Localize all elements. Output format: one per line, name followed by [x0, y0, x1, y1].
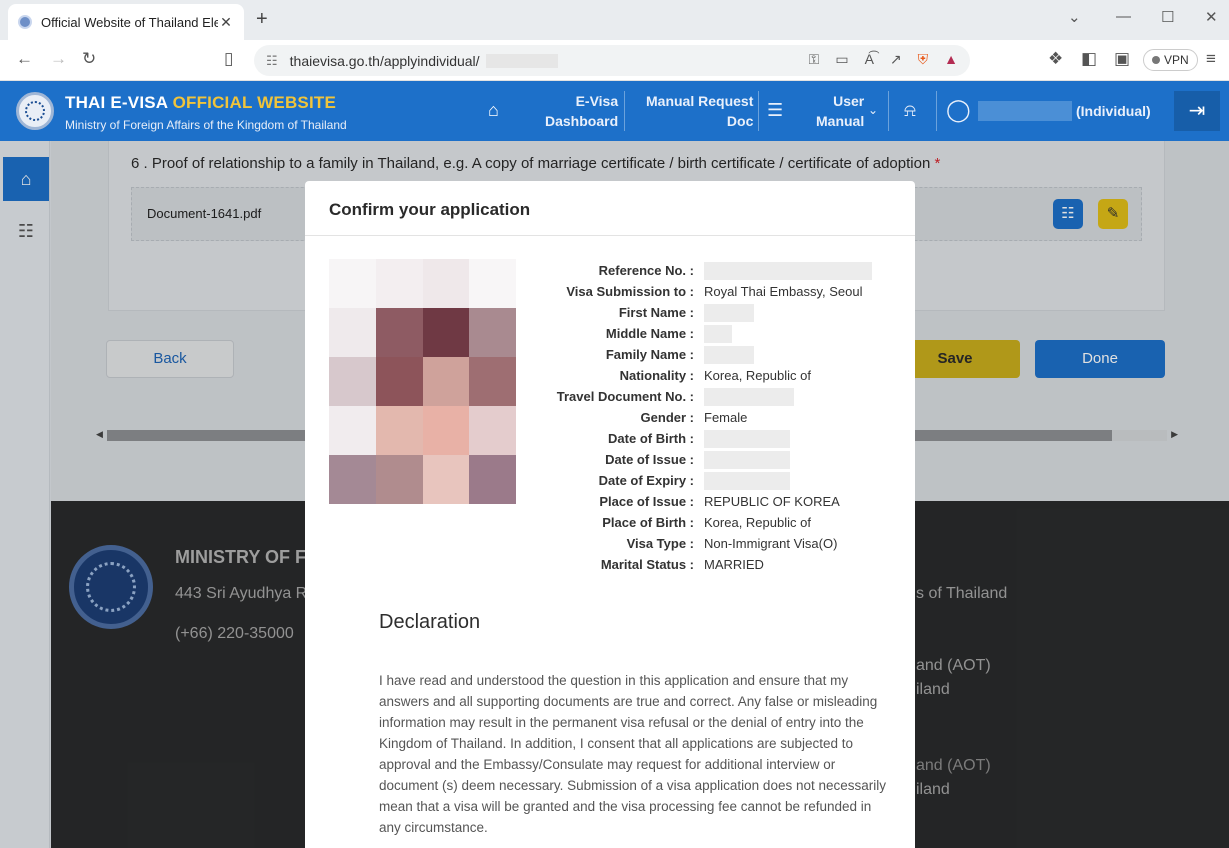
chevron-down-icon[interactable]: ⌄ — [868, 103, 878, 117]
bookmark-icon[interactable]: ▯ — [224, 49, 233, 69]
url-redacted-segment — [485, 53, 558, 68]
nav-evisa-dashboard[interactable]: E-Visa Dashboard — [545, 91, 618, 131]
menu-icon[interactable]: ≡ — [1206, 49, 1216, 69]
field-middle-name: Middle Name : — [305, 325, 915, 346]
redacted-value — [704, 430, 790, 448]
field-visa-submission: Visa Submission to : Royal Thai Embassy,… — [566, 284, 863, 299]
brave-rewards-icon[interactable]: ▲ — [944, 51, 958, 68]
field-place-of-birth: Place of Birth : Korea, Republic of — [602, 515, 811, 530]
confirm-application-modal: Confirm your application Reference No. :… — [305, 181, 915, 848]
redacted-value — [704, 472, 790, 490]
tab-title: Official Website of Thailand Ele — [41, 14, 218, 30]
tab-close-icon[interactable]: ✕ — [218, 14, 234, 31]
vpn-button[interactable]: VPN — [1143, 49, 1198, 71]
site-header: THAI E-VISA OFFICIAL WEBSITE Ministry of… — [0, 81, 1229, 141]
field-date-of-birth: Date of Birth : — [305, 430, 915, 451]
redacted-value — [704, 262, 872, 280]
browser-toolbar: ← → ↻ ▯ ☷ thaievisa.go.th/applyindividua… — [0, 40, 1229, 81]
reload-icon[interactable]: ↻ — [82, 49, 96, 69]
redacted-value — [704, 388, 794, 406]
install-app-icon[interactable]: ▭ — [835, 51, 848, 68]
field-first-name: First Name : — [305, 304, 915, 325]
user-role: (Individual) — [1076, 103, 1151, 119]
field-family-name: Family Name : — [305, 346, 915, 367]
url-text: thaievisa.go.th/applyindividual/ — [289, 52, 480, 69]
site-subtitle: Ministry of Foreign Affairs of the Kingd… — [65, 118, 347, 132]
field-marital-status: Marital Status : MARRIED — [600, 557, 764, 572]
wallet-icon[interactable]: ▣ — [1114, 49, 1130, 69]
modal-title: Confirm your application — [329, 200, 531, 219]
browser-tab[interactable]: Official Website of Thailand Ele ✕ — [8, 4, 244, 40]
bell-icon[interactable]: ⍾ — [904, 100, 916, 121]
site-info-icon[interactable]: ☷ — [266, 53, 278, 69]
password-key-icon[interactable]: ⚿ — [809, 51, 820, 68]
site-title: THAI E-VISA OFFICIAL WEBSITE — [65, 93, 337, 112]
vpn-status-icon — [1152, 56, 1160, 64]
nav-manual-request-doc[interactable]: Manual Request Doc — [646, 91, 753, 131]
home-icon[interactable]: ⌂ — [488, 100, 499, 121]
logout-button[interactable]: ⇥ — [1174, 91, 1220, 131]
new-tab-icon[interactable]: + — [256, 8, 268, 31]
redacted-value — [704, 346, 754, 364]
field-date-of-expiry: Date of Expiry : — [305, 472, 915, 493]
tab-search-chevron-icon[interactable]: ⌄ — [1068, 8, 1081, 26]
redacted-value — [704, 304, 754, 322]
address-bar[interactable]: ☷ thaievisa.go.th/applyindividual/ ⚿ ▭ A… — [254, 45, 970, 76]
user-name-redacted — [978, 101, 1072, 121]
forward-arrow-icon[interactable]: → — [50, 49, 67, 69]
modal-header: Confirm your application — [305, 181, 915, 236]
user-avatar-icon[interactable]: ◯ — [946, 97, 971, 123]
sidebar-icon[interactable]: ◧ — [1081, 49, 1097, 69]
redacted-value — [704, 451, 790, 469]
field-gender: Gender : Female — [640, 410, 748, 425]
field-visa-type: Visa Type : Non-Immigrant Visa(O) — [626, 536, 838, 551]
brave-shields-icon[interactable]: ⛨ — [918, 51, 929, 68]
minimize-icon[interactable]: — — [1116, 8, 1131, 25]
extensions-icon[interactable]: ❖ — [1048, 49, 1063, 69]
window-close-icon[interactable]: ✕ — [1205, 8, 1218, 26]
vpn-label: VPN — [1164, 53, 1189, 67]
declaration-text: I have read and understood the question … — [379, 673, 887, 835]
declaration-title: Declaration — [379, 611, 481, 633]
maximize-icon[interactable]: ☐ — [1161, 8, 1174, 26]
browser-tabstrip: Official Website of Thailand Ele ✕ + ⌄ —… — [0, 0, 1229, 40]
field-place-of-issue: Place of Issue : REPUBLIC OF KOREA — [599, 494, 840, 509]
nav-user-manual[interactable]: User Manual — [816, 91, 864, 131]
ministry-seal-icon — [16, 92, 54, 130]
redacted-value — [704, 325, 732, 343]
share-icon[interactable]: ↗ — [890, 51, 902, 68]
field-nationality: Nationality : Korea, Republic of — [619, 368, 811, 383]
field-reference-no: Reference No. : — [305, 262, 915, 283]
back-arrow-icon[interactable]: ← — [16, 49, 33, 69]
field-travel-document-no: Travel Document No. : — [305, 388, 915, 409]
translate-icon[interactable]: A͡ — [865, 51, 874, 68]
document-list-icon[interactable]: ☰ — [767, 100, 783, 121]
logout-icon: ⇥ — [1188, 100, 1206, 122]
field-date-of-issue: Date of Issue : — [305, 451, 915, 472]
site-favicon-icon — [18, 15, 32, 29]
